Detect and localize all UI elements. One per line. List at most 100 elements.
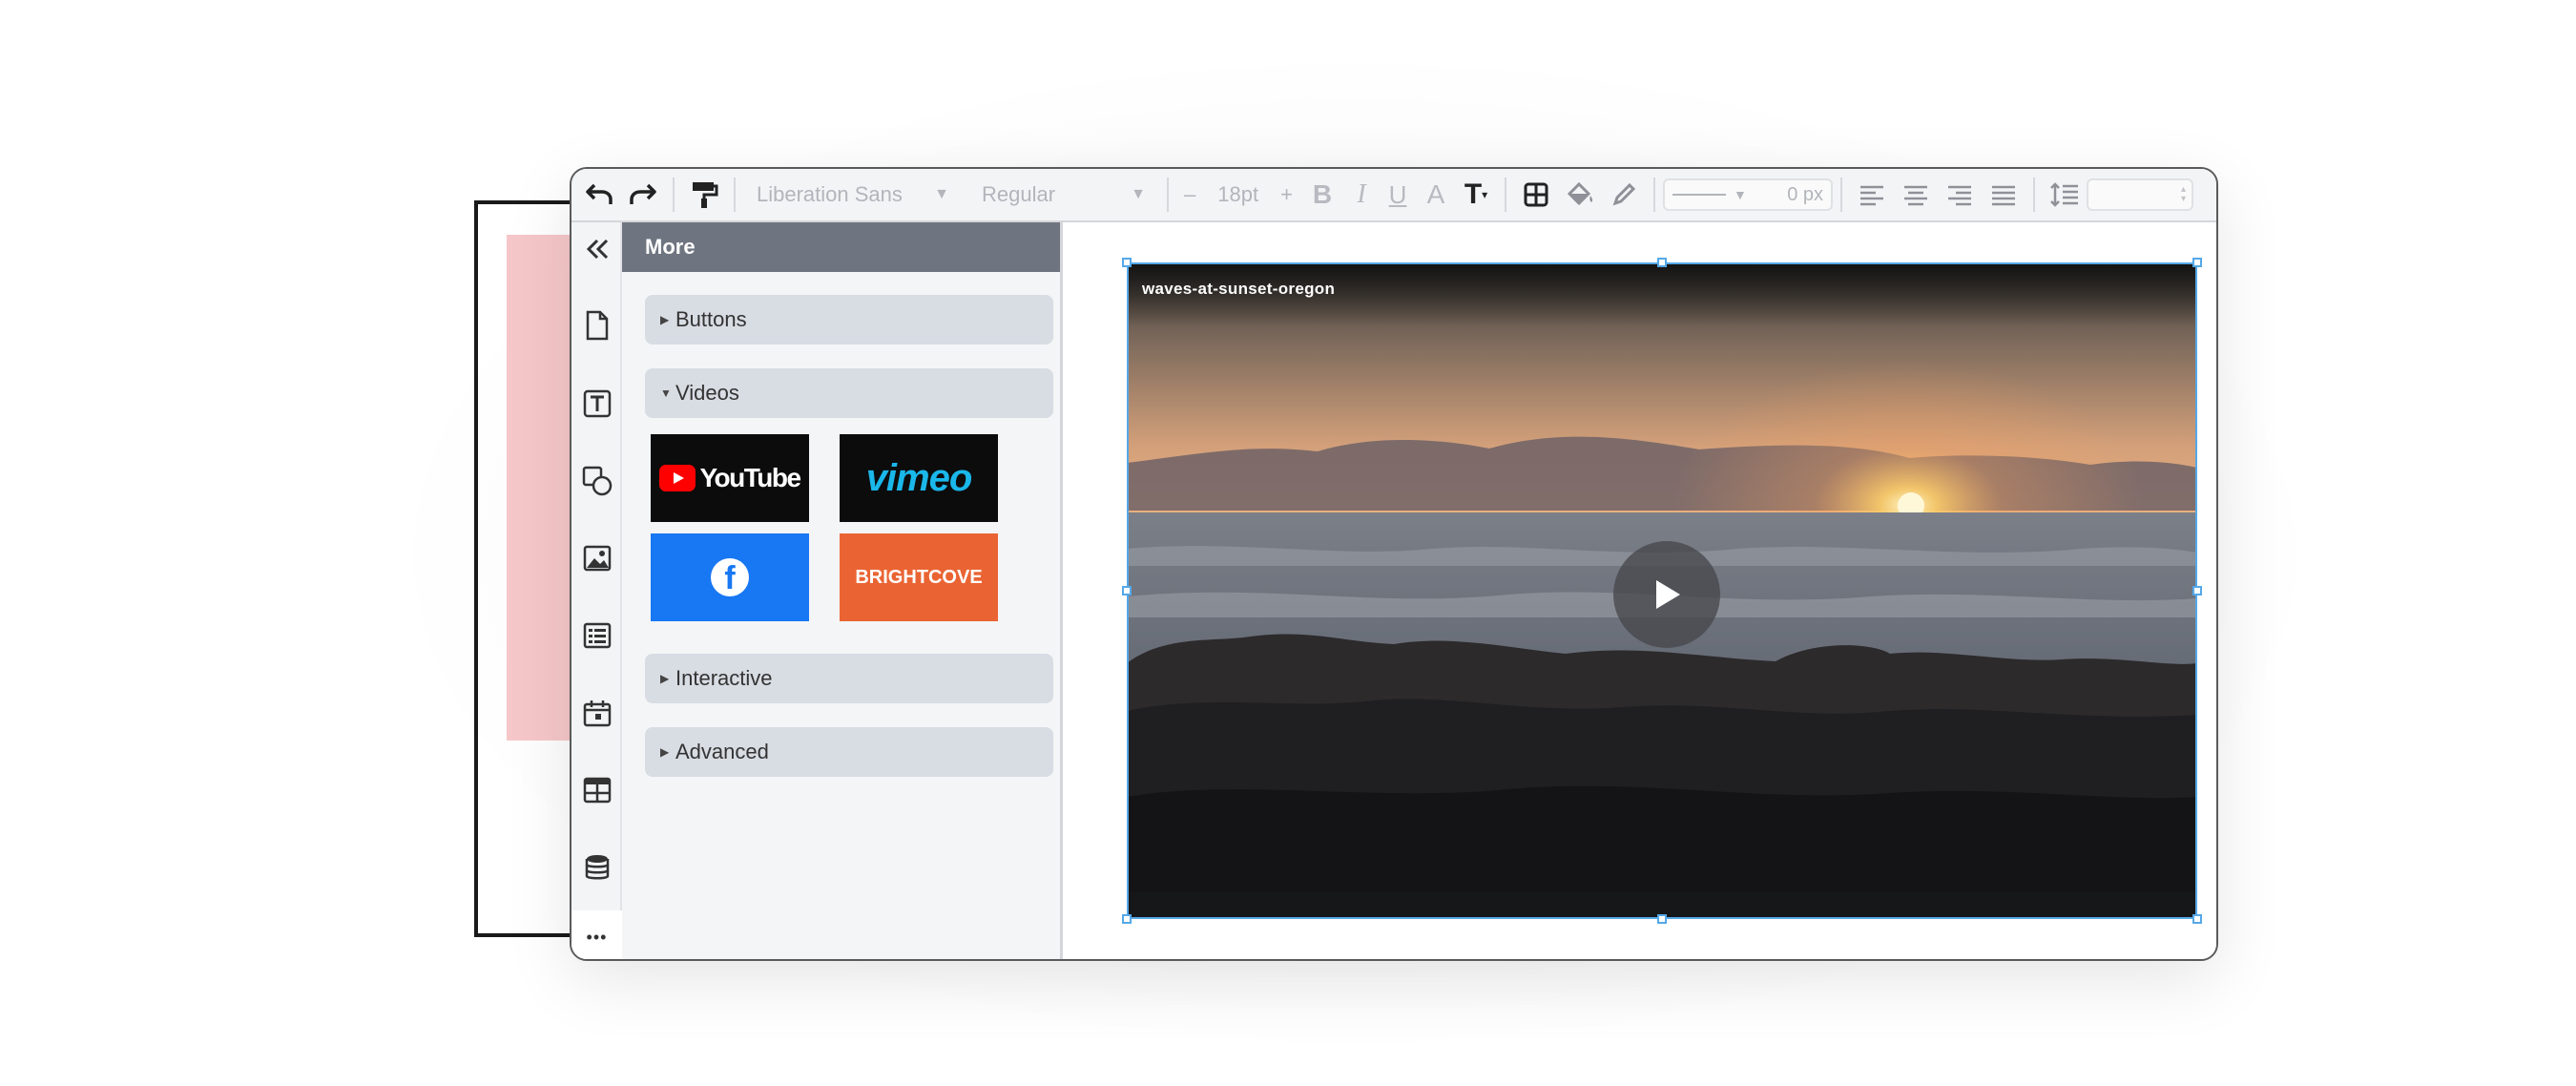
- fill-color-button[interactable]: [1558, 174, 1602, 216]
- caret-down-icon: ▼: [660, 386, 672, 400]
- decrease-font-size-button[interactable]: –: [1184, 182, 1195, 207]
- chevron-down-icon: ▼: [1131, 186, 1146, 202]
- align-center-icon: [1904, 185, 1927, 206]
- line-color-button[interactable]: [1602, 174, 1646, 216]
- text-options-button[interactable]: T ▾: [1455, 174, 1497, 216]
- rail-item-more[interactable]: •••: [571, 910, 622, 959]
- page-icon: [586, 310, 608, 341]
- chevron-down-icon: ▾: [1482, 188, 1488, 201]
- border-all-icon: [1524, 182, 1548, 207]
- section-label: Advanced: [675, 740, 769, 763]
- design-canvas[interactable]: waves-at-sunset-oregon: [1063, 222, 2216, 959]
- rail-item-data[interactable]: [571, 841, 622, 894]
- redo-icon: [630, 183, 656, 204]
- video-title: waves-at-sunset-oregon: [1142, 280, 1336, 298]
- bold-button[interactable]: B: [1300, 174, 1344, 216]
- section-interactive[interactable]: ▶ Interactive: [645, 654, 1053, 703]
- chevron-down-icon: ▼: [1734, 187, 1747, 202]
- border-width-value[interactable]: 0 px: [1787, 184, 1823, 206]
- vimeo-logo-text: vimeo: [865, 456, 973, 499]
- chevron-down-icon: ▼: [934, 186, 949, 202]
- resize-handle-top[interactable]: [1657, 258, 1667, 267]
- section-advanced[interactable]: ▶ Advanced: [645, 727, 1053, 777]
- underline-button[interactable]: U: [1379, 174, 1417, 216]
- line-spacing-button[interactable]: [2043, 174, 2087, 216]
- toolbar-divider: [673, 178, 675, 212]
- section-label: Buttons: [675, 307, 747, 331]
- section-videos[interactable]: ▼ Videos: [645, 368, 1053, 418]
- calendar-icon: [583, 700, 611, 727]
- rail-item-text[interactable]: [571, 377, 622, 430]
- text-options-icon: T: [1464, 178, 1483, 210]
- editor-window: Liberation Sans ▼ Regular ▼ – 18pt + B I…: [570, 167, 2218, 961]
- align-right-button[interactable]: [1938, 174, 1982, 216]
- text-color-icon: A: [1426, 179, 1445, 209]
- resize-handle-bottom[interactable]: [1657, 914, 1667, 924]
- panel-header: More: [622, 222, 1060, 272]
- vimeo-tile[interactable]: vimeo: [840, 434, 998, 522]
- facebook-tile[interactable]: f: [651, 533, 809, 621]
- italic-button[interactable]: I: [1344, 174, 1379, 216]
- text-color-button[interactable]: A: [1417, 174, 1455, 216]
- youtube-tile[interactable]: YouTube: [651, 434, 809, 522]
- line-style-control[interactable]: ▼ 0 px: [1663, 178, 1833, 211]
- bold-icon: B: [1312, 179, 1333, 209]
- youtube-play-icon: [659, 465, 696, 491]
- redo-button[interactable]: [621, 174, 665, 216]
- align-justify-icon: [1992, 185, 2015, 206]
- youtube-logo-text: YouTube: [699, 463, 801, 492]
- line-spacing-input[interactable]: ▴ ▾: [2087, 178, 2193, 211]
- toolbar-divider: [1505, 178, 1506, 212]
- double-chevron-left-icon: [586, 239, 608, 260]
- font-size-stepper[interactable]: – 18pt +: [1176, 182, 1300, 207]
- play-icon: [1656, 580, 1680, 609]
- more-panel: More ▶ Buttons ▼ Videos YouTube vimeo f …: [622, 222, 1063, 959]
- border-button[interactable]: [1514, 174, 1558, 216]
- font-family-value: Liberation Sans: [757, 182, 903, 206]
- section-buttons[interactable]: ▶ Buttons: [645, 295, 1053, 345]
- line-style-select[interactable]: ▼: [1672, 187, 1747, 202]
- brightcove-tile[interactable]: BRIGHTCOVE: [840, 533, 998, 621]
- align-left-icon: [1860, 185, 1883, 206]
- caret-right-icon: ▶: [660, 672, 670, 685]
- rail-item-tables[interactable]: [571, 763, 622, 817]
- rail-item-pages[interactable]: [571, 299, 622, 352]
- align-center-button[interactable]: [1894, 174, 1938, 216]
- resize-handle-bottom-left[interactable]: [1122, 914, 1132, 924]
- collapse-panel-button[interactable]: [571, 222, 622, 276]
- table-icon: [583, 777, 611, 804]
- section-label: Videos: [675, 381, 739, 405]
- resize-handle-left[interactable]: [1122, 586, 1132, 595]
- toolbar-divider: [1840, 178, 1842, 212]
- undo-button[interactable]: [577, 174, 621, 216]
- font-style-select[interactable]: Regular ▼: [968, 177, 1159, 213]
- rail-item-images[interactable]: [571, 532, 622, 585]
- ellipsis-icon: •••: [586, 927, 608, 947]
- rail-item-calendar[interactable]: [571, 686, 622, 740]
- brightcove-logo-text: BRIGHTCOVE: [855, 566, 983, 588]
- text-box-icon: [583, 389, 611, 418]
- spinner-arrows-icon[interactable]: ▴ ▾: [2181, 185, 2186, 204]
- database-icon: [585, 855, 609, 880]
- toolbar: Liberation Sans ▼ Regular ▼ – 18pt + B I…: [571, 169, 2216, 222]
- justify-button[interactable]: [1982, 174, 2025, 216]
- video-embed[interactable]: waves-at-sunset-oregon: [1127, 262, 2197, 919]
- resize-handle-right[interactable]: [2192, 586, 2202, 595]
- decorative-frame: [474, 200, 579, 937]
- align-left-button[interactable]: [1850, 174, 1894, 216]
- shapes-icon: [582, 466, 612, 496]
- resize-handle-top-right[interactable]: [2192, 258, 2202, 267]
- increase-font-size-button[interactable]: +: [1280, 182, 1293, 207]
- underline-icon: U: [1388, 179, 1407, 209]
- resize-handle-top-left[interactable]: [1122, 258, 1132, 267]
- facebook-icon: f: [711, 558, 749, 596]
- rail-item-shapes[interactable]: [571, 454, 622, 508]
- tool-rail: •••: [571, 222, 622, 959]
- rail-item-lists[interactable]: [571, 609, 622, 662]
- line-spacing-icon: [2050, 182, 2078, 207]
- font-family-select[interactable]: Liberation Sans ▼: [743, 177, 963, 213]
- format-painter-button[interactable]: [682, 174, 726, 216]
- font-style-value: Regular: [982, 182, 1056, 206]
- play-button[interactable]: [1613, 541, 1720, 648]
- resize-handle-bottom-right[interactable]: [2192, 914, 2202, 924]
